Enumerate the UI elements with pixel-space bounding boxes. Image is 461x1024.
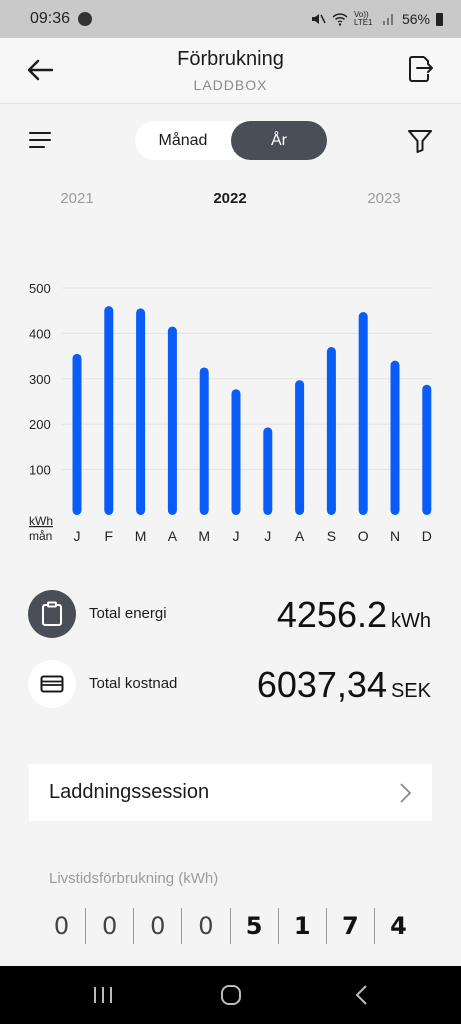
y-tick-label: 300 [29,372,51,387]
odometer-digit: 0 [134,908,183,944]
total-cost-row: Total kostnad 6037,34 SEK [28,660,438,710]
x-tick-label: J [233,528,240,544]
y-tick-label: 400 [29,326,51,341]
toggle-month[interactable]: Månad [135,121,231,160]
odometer-digit: 1 [279,908,327,944]
chart-bar [422,384,432,515]
year-selector: 2021 2022 2023 [0,190,461,210]
total-cost-value: 6037,34 SEK [257,664,431,706]
system-nav-bar [0,966,461,1024]
total-energy-label: Total energi [89,605,167,622]
charging-session-link[interactable]: Laddningssession [29,764,432,821]
page-subtitle: LADDBOX [193,77,268,93]
chart-bar [199,367,209,515]
battery-percent: 56% [401,11,430,27]
recent-apps-icon[interactable] [90,984,116,1006]
network-label: Vo)) LTE1 [353,10,373,27]
year-previous[interactable]: 2021 [60,190,93,207]
app-notification-icon [78,12,93,26]
x-tick-label: D [422,528,432,544]
chart-bar [167,326,177,515]
x-tick-label: A [168,528,178,544]
chart-bar [358,312,368,515]
x-tick-label: M [135,528,147,544]
odometer-digit: 4 [390,912,407,940]
odometer-digit: 7 [327,908,375,944]
x-tick-label: O [358,528,369,544]
total-energy-value: 4256.2 kWh [277,594,431,636]
lifetime-consumption-label: Livstidsförbrukning (kWh) [49,870,219,887]
back-nav-icon[interactable] [350,984,376,1006]
toggle-year[interactable]: År [231,121,327,160]
charging-session-label: Laddningssession [49,781,210,803]
x-tick-label: J [264,528,271,544]
export-icon[interactable] [406,54,434,84]
menu-icon[interactable] [28,130,52,150]
home-icon[interactable] [218,984,244,1006]
chart-bar [263,427,273,515]
odometer-digit: 0 [38,908,87,944]
year-current[interactable]: 2022 [213,190,246,207]
credit-card-icon [40,675,64,693]
signal-icon [382,14,393,25]
y-tick-label: 500 [29,281,51,296]
total-energy-row: Total energi 4256.2 kWh [28,590,438,640]
battery-clipboard-icon [42,601,62,626]
mute-icon [311,14,326,24]
filter-icon[interactable] [406,128,434,154]
y-tick-label: 200 [29,417,51,432]
x-axis-label: mån [29,529,52,543]
chevron-right-icon [400,782,412,803]
chart-bar [104,306,114,515]
total-cost-unit: SEK [390,680,431,702]
x-tick-label: N [390,528,400,544]
x-tick-label: S [327,528,336,544]
cost-icon-circle [28,660,76,708]
y-tick-label: 100 [29,463,51,478]
odometer-digit: 0 [86,908,135,944]
period-toggle: Månad År [135,121,327,160]
chart-bar [136,308,146,515]
wifi-icon [332,13,348,26]
page-title: Förbrukning [177,48,284,70]
total-energy-unit: kWh [391,610,431,632]
status-indicators: Vo)) LTE1 56% [310,11,443,27]
total-energy-number: 4256.2 [276,594,387,635]
chart-bar [326,347,336,515]
battery-icon [436,12,443,26]
total-cost-number: 6037,34 [256,664,387,705]
status-time: 09:36 [30,10,71,27]
consumption-bar-chart: 100 200 300 400 500 J F M A M J J A S O N DkWhmån [29,281,432,544]
x-tick-label: A [295,528,305,544]
chart-bar [295,380,305,515]
chart-bar [231,389,241,515]
chart-bar [390,360,400,515]
lifetime-odometer: 0 0 0 0 5 1 7 4 [38,908,422,944]
x-tick-label: J [74,528,81,544]
x-tick-label: M [198,528,210,544]
total-cost-label: Total kostnad [89,675,178,692]
x-tick-label: F [105,528,114,544]
chart-bar [72,353,82,515]
energy-icon-circle [28,590,76,638]
odometer-digit: 5 [231,908,279,944]
app-bar: Förbrukning LADDBOX [0,38,461,104]
odometer-digit: 0 [182,908,231,944]
year-next[interactable]: 2023 [367,190,400,207]
status-bar: 09:36 Vo)) LTE1 56% [0,0,461,38]
y-axis-label: kWh [29,514,53,528]
